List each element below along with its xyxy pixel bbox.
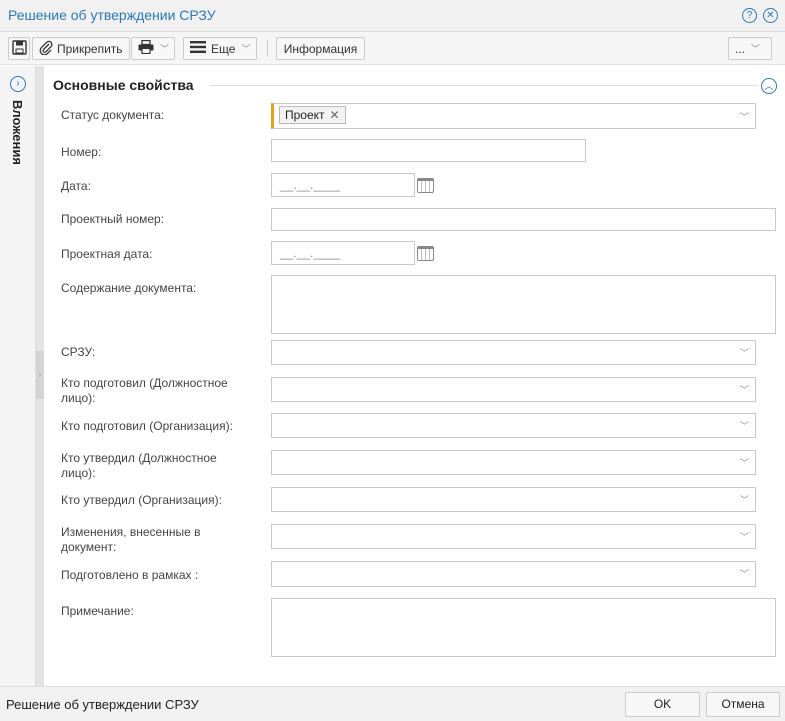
project-number-label: Проектный номер: (61, 212, 165, 226)
splitter-grip-icon[interactable]: › (36, 351, 44, 399)
date-input[interactable]: __.__.____ (271, 173, 415, 197)
project-date-label: Проектная дата: (61, 247, 153, 261)
window-title: Решение об утверждении СРЗУ (8, 7, 216, 23)
attach-label: Прикрепить (57, 41, 123, 56)
note-textarea[interactable] (271, 598, 776, 657)
attachments-panel: › Вложения (0, 66, 36, 686)
window-titlebar: Решение об утверждении СРЗУ ? ✕ (0, 0, 785, 32)
prepared-person-select[interactable]: ﹀ (271, 377, 756, 402)
chevron-down-icon: ﹀ (241, 44, 251, 54)
number-label: Номер: (61, 145, 102, 159)
status-tag-label: Проект (285, 108, 325, 122)
dialog-footer: Решение об утверждении СРЗУ OK Отмена (0, 686, 785, 721)
footer-text: Решение об утверждении СРЗУ (6, 697, 199, 712)
section-title: Основные свойства (53, 77, 194, 93)
srzu-label: СРЗУ: (61, 345, 96, 359)
paperclip-icon (39, 40, 53, 58)
chevron-down-icon: ﹀ (739, 495, 749, 505)
date-label: Дата: (61, 179, 91, 193)
calendar-icon[interactable] (415, 241, 436, 265)
srzu-select[interactable]: ﹀ (271, 340, 756, 365)
prepared-within-label: Подготовлено в рамках : (61, 568, 199, 582)
printer-icon (138, 39, 154, 57)
note-label: Примечание: (61, 604, 134, 618)
close-icon[interactable]: ✕ (763, 8, 778, 23)
more-button[interactable]: Еще ﹀ (183, 37, 257, 60)
section-divider (210, 85, 758, 86)
collapse-section-icon[interactable]: ︿ (761, 78, 777, 94)
status-tag: Проект ✕ (279, 106, 346, 124)
approved-org-label: Кто утвердил (Организация): (61, 493, 222, 507)
chevron-down-icon: ﹀ (739, 385, 749, 395)
menu-icon (190, 41, 206, 56)
prepared-org-label: Кто подготовил (Организация): (61, 419, 233, 433)
calendar-icon[interactable] (415, 173, 436, 197)
overflow-button[interactable]: ... ﹀ (728, 37, 772, 60)
save-button[interactable] (8, 37, 30, 60)
toolbar: Прикрепить ﹀ Еще ﹀ Информация ... ﹀ (0, 32, 785, 65)
chevron-down-icon: ﹀ (751, 44, 761, 54)
status-label: Статус документа: (61, 108, 165, 122)
approved-org-select[interactable]: ﹀ (271, 487, 756, 512)
overflow-label: ... (735, 41, 746, 56)
attachments-panel-title[interactable]: Вложения (10, 100, 25, 165)
toolbar-divider (267, 40, 268, 57)
info-label: Информация (283, 41, 358, 56)
floppy-icon (12, 39, 27, 58)
attach-button[interactable]: Прикрепить (32, 37, 130, 60)
project-date-input[interactable]: __.__.____ (271, 241, 415, 265)
help-icon[interactable]: ? (742, 8, 757, 23)
prepared-org-select[interactable]: ﹀ (271, 413, 756, 438)
chevron-down-icon: ﹀ (739, 348, 749, 358)
chevron-down-icon: ﹀ (739, 569, 749, 579)
chevron-down-icon: ﹀ (739, 112, 749, 122)
expand-panel-icon[interactable]: › (10, 76, 26, 92)
chevron-down-icon: ﹀ (739, 458, 749, 468)
remove-tag-icon[interactable]: ✕ (330, 108, 340, 122)
chevron-down-icon: ﹀ (160, 44, 170, 54)
panel-splitter[interactable]: › (36, 66, 44, 686)
project-date-value: __.__.____ (280, 246, 341, 260)
changes-select[interactable]: ﹀ (271, 524, 756, 549)
number-input[interactable] (271, 139, 586, 162)
date-value: __.__.____ (280, 178, 341, 192)
changes-label: Изменения, внесенные в документ: (61, 525, 201, 554)
content-label: Содержание документа: (61, 281, 197, 295)
content-textarea[interactable] (271, 275, 776, 334)
approved-person-label: Кто утвердил (Должностное лицо): (61, 451, 217, 480)
chevron-down-icon: ﹀ (739, 532, 749, 542)
more-label: Еще (211, 41, 236, 56)
info-button[interactable]: Информация (276, 37, 365, 60)
ok-button[interactable]: OK (625, 692, 700, 717)
status-select[interactable]: Проект ✕ ﹀ (271, 103, 756, 129)
chevron-down-icon: ﹀ (739, 421, 749, 431)
prepared-person-label: Кто подготовил (Должностное лицо): (61, 376, 228, 405)
print-button[interactable]: ﹀ (131, 37, 175, 60)
approved-person-select[interactable]: ﹀ (271, 450, 756, 475)
prepared-within-select[interactable]: ﹀ (271, 561, 756, 587)
project-number-input[interactable] (271, 208, 776, 231)
cancel-button[interactable]: Отмена (706, 692, 780, 717)
